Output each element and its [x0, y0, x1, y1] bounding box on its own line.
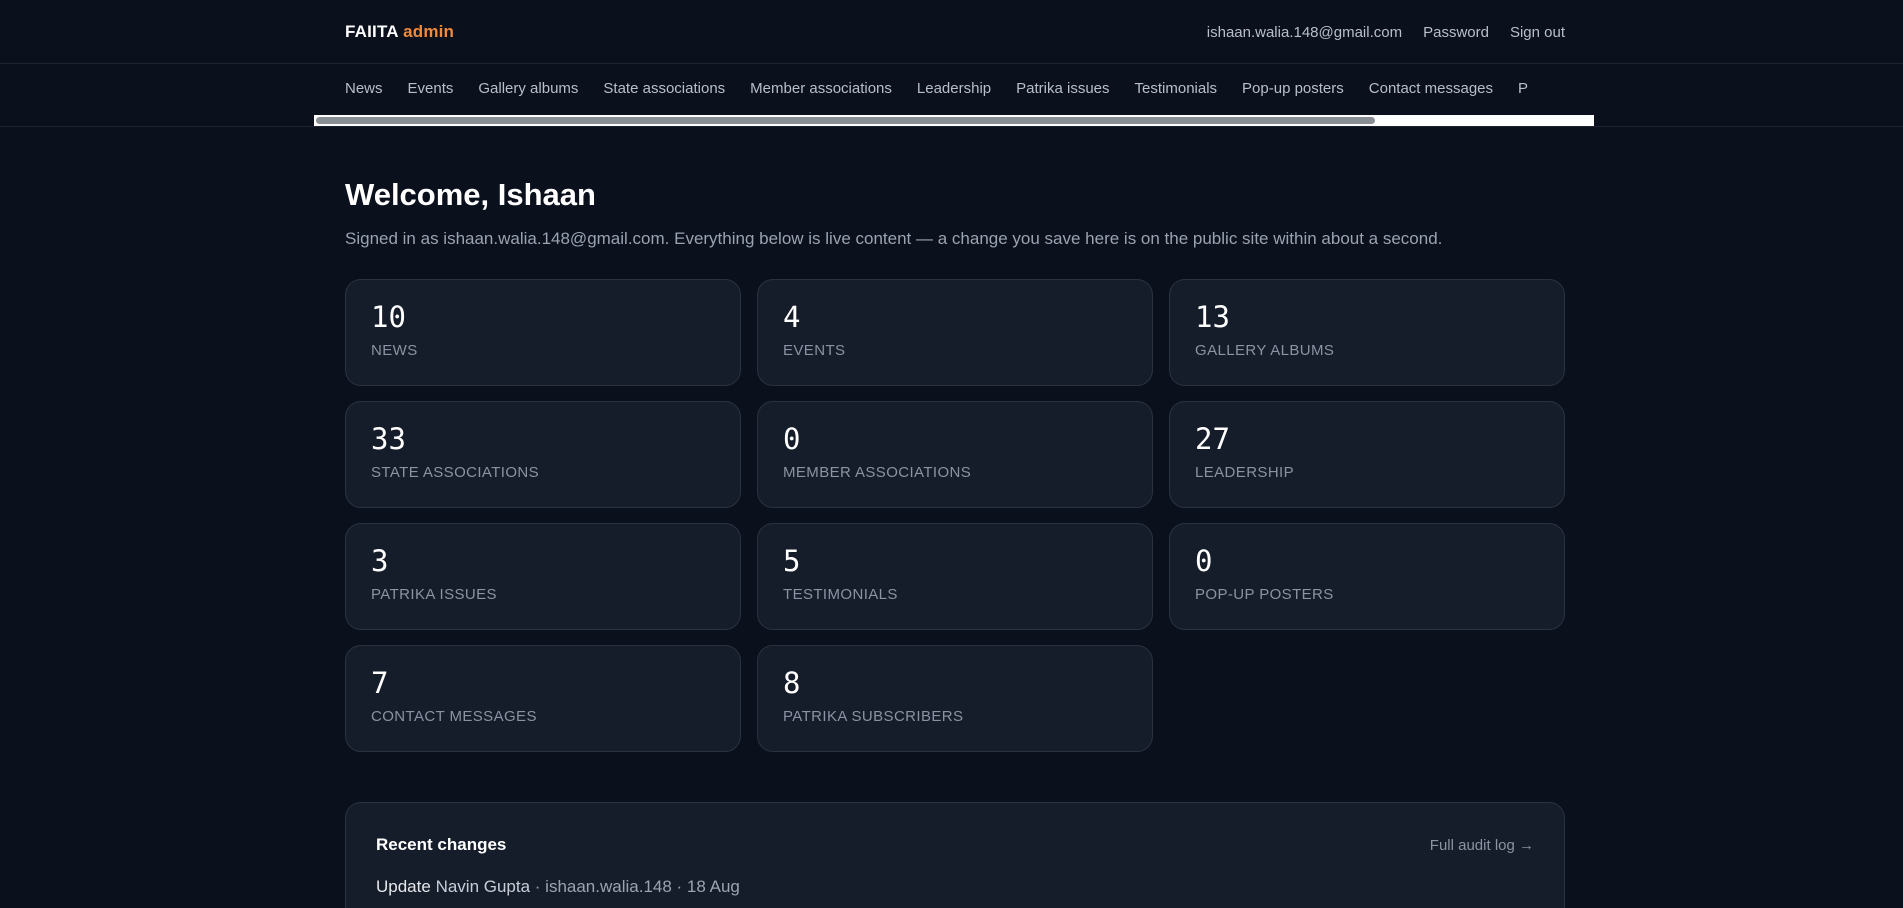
main-nav-bar: News Events Gallery albums State associatio…	[0, 64, 1903, 127]
recent-changes-header: Recent changes Full audit log →	[376, 835, 1534, 855]
stat-label: PATRIKA ISSUES	[371, 585, 497, 603]
nav-item-gallery-albums[interactable]: Gallery albums	[478, 80, 578, 97]
stat-count: 7	[371, 666, 389, 700]
top-bar: FAIITA admin ishaan.walia.148@gmail.com …	[0, 0, 1903, 64]
stat-label: LEADERSHIP	[1195, 463, 1295, 481]
stat-label: POP-UP POSTERS	[1195, 585, 1334, 603]
nav-item-testimonials[interactable]: Testimonials	[1135, 80, 1218, 97]
recent-changes-panel: Recent changes Full audit log → Update N…	[345, 802, 1565, 908]
nav-item-events[interactable]: Events	[408, 80, 454, 97]
password-link[interactable]: Password	[1423, 24, 1489, 41]
page-subtitle: Signed in as ishaan.walia.148@gmail.com.…	[345, 229, 1443, 248]
brand-logo[interactable]: FAIITA admin	[345, 22, 454, 42]
nav-scrollbar-thumb[interactable]	[316, 117, 1375, 124]
stat-label: NEWS	[371, 341, 418, 359]
stat-label: CONTACT MESSAGES	[371, 707, 537, 725]
stat-label: MEMBER ASSOCIATIONS	[783, 463, 972, 481]
recent-changes-title: Recent changes	[376, 835, 507, 854]
nav-items: News Events Gallery albums State associatio…	[345, 80, 1528, 97]
stat-card-state-associations[interactable]: 33 STATE ASSOCIATIONS	[345, 401, 741, 508]
stat-card-pop-up-posters[interactable]: 0 POP-UP POSTERS	[1169, 523, 1565, 630]
change-action: Update	[376, 877, 431, 896]
stat-card-patrika-subscribers[interactable]: 8 PATRIKA SUBSCRIBERS	[757, 645, 1153, 752]
stat-label: STATE ASSOCIATIONS	[371, 463, 540, 481]
change-target: Navin Gupta	[435, 877, 531, 896]
stat-count: 4	[783, 300, 801, 334]
stat-label: EVENTS	[783, 341, 846, 359]
page-title: Welcome, Ishaan	[345, 177, 596, 212]
stat-card-leadership[interactable]: 27 LEADERSHIP	[1169, 401, 1565, 508]
stat-count: 5	[783, 544, 801, 578]
stat-card-contact-messages[interactable]: 7 CONTACT MESSAGES	[345, 645, 741, 752]
main-nav: News Events Gallery albums State associatio…	[314, 64, 1594, 126]
signout-link[interactable]: Sign out	[1510, 24, 1565, 41]
stat-card-events[interactable]: 4 EVENTS	[757, 279, 1153, 386]
stat-label: GALLERY ALBUMS	[1195, 341, 1335, 359]
nav-item-p[interactable]: P	[1518, 80, 1528, 97]
stat-count: 8	[783, 666, 801, 700]
nav-item-leadership[interactable]: Leadership	[917, 80, 991, 97]
stat-label: TESTIMONIALS	[783, 585, 898, 603]
stat-count: 0	[783, 422, 801, 456]
nav-scrollbar[interactable]	[314, 115, 1594, 126]
nav-item-news[interactable]: News	[345, 80, 383, 97]
stat-count: 27	[1195, 422, 1230, 456]
nav-item-pop-up-posters[interactable]: Pop-up posters	[1242, 80, 1344, 97]
user-email: ishaan.walia.148@gmail.com	[1206, 23, 1403, 41]
nav-item-contact-messages[interactable]: Contact messages	[1369, 80, 1493, 97]
full-audit-log-link[interactable]: Full audit log →	[1430, 837, 1534, 854]
stat-card-patrika-issues[interactable]: 3 PATRIKA ISSUES	[345, 523, 741, 630]
stat-count: 0	[1195, 544, 1213, 578]
stat-count: 33	[371, 422, 406, 456]
brand-suffix: admin	[403, 22, 455, 41]
top-bar-inner: FAIITA admin ishaan.walia.148@gmail.com …	[345, 0, 1565, 64]
account-links: ishaan.walia.148@gmail.com Password Sign…	[1207, 24, 1565, 41]
main-content: Welcome, Ishaan Signed in as ishaan.wali…	[345, 127, 1565, 908]
stat-card-news[interactable]: 10 NEWS	[345, 279, 741, 386]
stat-card-gallery-albums[interactable]: 13 GALLERY ALBUMS	[1169, 279, 1565, 386]
stat-count: 3	[371, 544, 389, 578]
stat-card-member-associations[interactable]: 0 MEMBER ASSOCIATIONS	[757, 401, 1153, 508]
nav-item-state-associations[interactable]: State associations	[603, 80, 725, 97]
stat-count: 10	[371, 300, 406, 334]
stat-card-testimonials[interactable]: 5 TESTIMONIALS	[757, 523, 1153, 630]
nav-item-member-associations[interactable]: Member associations	[750, 80, 892, 97]
stat-label: PATRIKA SUBSCRIBERS	[783, 707, 964, 725]
stat-count: 13	[1195, 300, 1230, 334]
recent-change-item[interactable]: Update Navin Gupta · ishaan.walia.148 · …	[376, 877, 1534, 897]
change-meta: · ishaan.walia.148 · 18 Aug	[530, 877, 740, 896]
stats-grid: 10 NEWS 4 EVENTS 13 GALLERY ALBUMS 33 STATE ASS…	[345, 279, 1565, 752]
nav-item-patrika-issues[interactable]: Patrika issues	[1016, 80, 1109, 97]
brand-name: FAIITA	[345, 22, 399, 41]
